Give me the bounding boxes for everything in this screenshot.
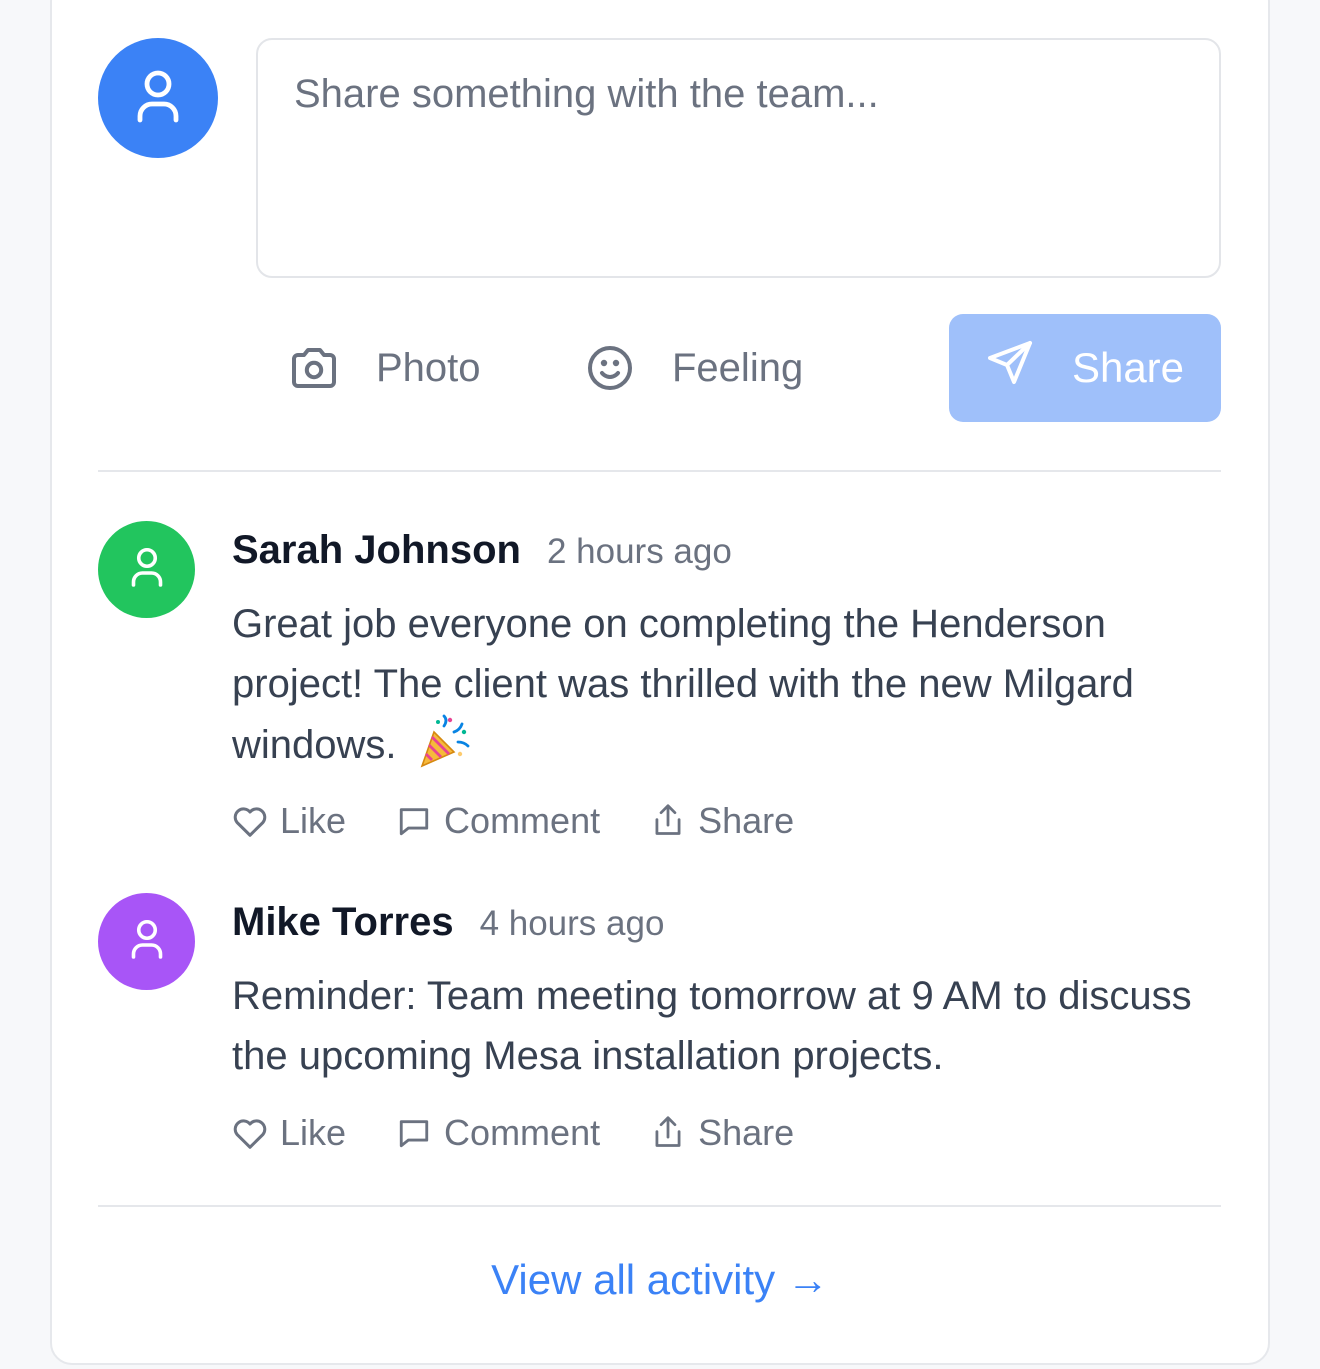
post-actions: Like Comment Share — [232, 800, 794, 842]
send-icon — [986, 339, 1034, 397]
heart-icon — [232, 1115, 268, 1151]
comment-label: Comment — [444, 1112, 601, 1153]
share-icon — [650, 803, 686, 839]
comment-icon — [396, 803, 432, 839]
camera-icon — [290, 344, 338, 392]
post-composer-input[interactable] — [256, 38, 1221, 278]
post-text: Reminder: Team meeting tomorrow at 9 AM … — [232, 974, 1192, 1078]
post-timestamp: 2 hours ago — [546, 532, 732, 571]
feeling-button[interactable]: Feeling — [586, 340, 803, 396]
post-timestamp: 4 hours ago — [479, 904, 665, 943]
share-action-button[interactable]: Share — [650, 800, 794, 842]
like-button[interactable]: Like — [232, 800, 346, 842]
heart-icon — [232, 803, 268, 839]
user-icon — [129, 546, 165, 593]
feeling-label: Feeling — [672, 345, 804, 390]
share-icon — [650, 1115, 686, 1151]
share-post-button[interactable]: Share — [949, 314, 1221, 422]
post-text: Great job everyone on completing the Hen… — [232, 602, 1134, 767]
photo-button[interactable]: Photo — [290, 340, 481, 396]
post-header: Sarah Johnson 2 hours ago — [232, 528, 732, 573]
post-body: Reminder: Team meeting tomorrow at 9 AM … — [232, 966, 1222, 1086]
post-actions: Like Comment Share — [232, 1112, 794, 1154]
share-label: Share — [698, 1112, 795, 1153]
divider — [98, 470, 1221, 472]
post-author-avatar[interactable] — [98, 893, 195, 990]
user-icon — [129, 918, 165, 965]
photo-label: Photo — [376, 345, 481, 390]
comment-icon — [396, 1115, 432, 1151]
like-label: Like — [280, 1112, 347, 1153]
share-action-button[interactable]: Share — [650, 1112, 794, 1154]
like-label: Like — [280, 800, 347, 841]
comment-label: Comment — [444, 800, 601, 841]
like-button[interactable]: Like — [232, 1112, 346, 1154]
party-popper-icon — [416, 714, 472, 770]
post-author-name[interactable]: Mike Torres — [232, 900, 454, 945]
comment-button[interactable]: Comment — [396, 800, 600, 842]
share-button-label: Share — [1071, 344, 1185, 391]
divider — [98, 1205, 1221, 1207]
share-label: Share — [698, 800, 795, 841]
post-body: Great job everyone on completing the Hen… — [232, 594, 1222, 775]
comment-button[interactable]: Comment — [396, 1112, 600, 1154]
user-icon — [134, 68, 182, 129]
post-author-name[interactable]: Sarah Johnson — [232, 528, 521, 573]
current-user-avatar — [98, 38, 218, 158]
smile-icon — [586, 344, 634, 392]
post-author-avatar[interactable] — [98, 521, 195, 618]
post-header: Mike Torres 4 hours ago — [232, 900, 664, 945]
view-all-activity-link[interactable]: View all activity → — [0, 1256, 1320, 1304]
